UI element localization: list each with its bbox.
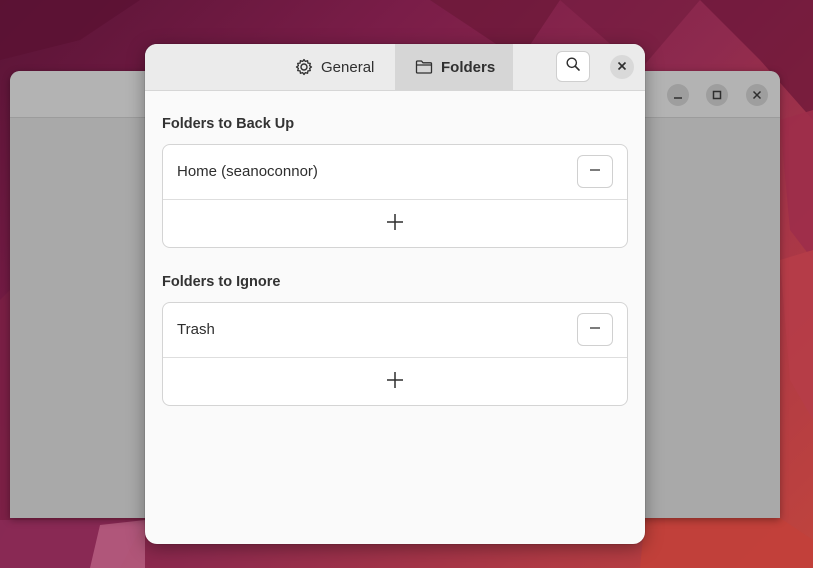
preferences-dialog: General Folders Folders to Back Up Home … (145, 44, 645, 544)
tab-general-label: General (321, 58, 375, 76)
backup-folder-list: Home (seanoconnor) (162, 144, 628, 248)
close-icon (617, 58, 627, 76)
backup-section-title: Folders to Back Up (162, 116, 295, 132)
folder-label: Trash (177, 321, 215, 338)
ignore-folder-list: Trash (162, 302, 628, 406)
dialog-header: General Folders (145, 44, 645, 91)
desktop-wallpaper: General Folders Folders to Back Up Home … (0, 0, 813, 568)
remove-folder-button[interactable] (577, 313, 613, 346)
tab-general[interactable]: General (285, 44, 395, 90)
ignore-section-title: Folders to Ignore (162, 274, 281, 290)
search-button[interactable] (556, 51, 590, 82)
add-folder-button[interactable] (163, 358, 627, 405)
tab-folders-label: Folders (441, 58, 496, 76)
list-item: Home (seanoconnor) (163, 145, 627, 200)
tab-folders[interactable]: Folders (395, 44, 513, 90)
minimize-icon[interactable] (667, 84, 689, 106)
minus-icon (589, 321, 601, 339)
search-icon (565, 56, 581, 77)
remove-folder-button[interactable] (577, 155, 613, 188)
folder-label: Home (seanoconnor) (177, 163, 318, 180)
list-item: Trash (163, 303, 627, 358)
close-button[interactable] (610, 55, 634, 79)
close-icon[interactable] (746, 84, 768, 106)
folder-icon (415, 59, 433, 75)
plus-icon (386, 213, 404, 236)
maximize-icon[interactable] (706, 84, 728, 106)
gear-icon (295, 58, 313, 76)
minus-icon (589, 163, 601, 181)
plus-icon (386, 371, 404, 394)
add-folder-button[interactable] (163, 200, 627, 247)
